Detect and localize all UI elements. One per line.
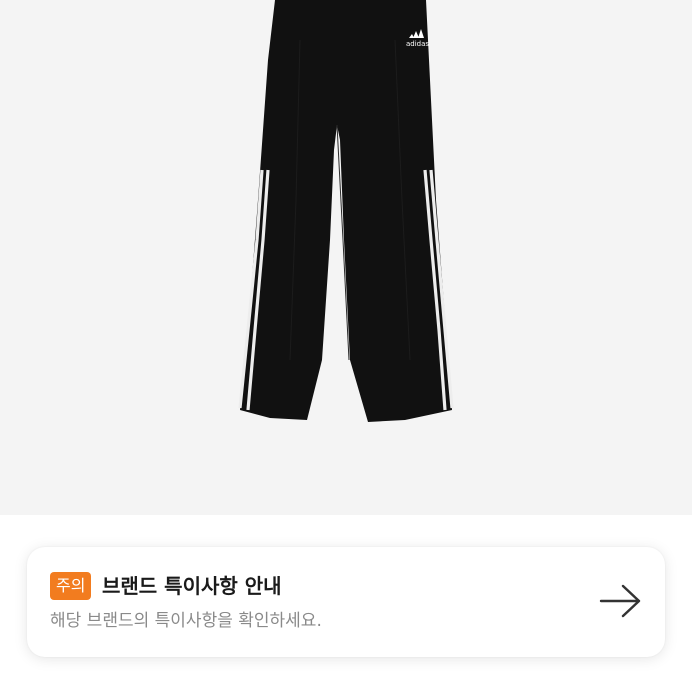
notice-title: 브랜드 특이사항 안내 <box>102 574 282 598</box>
product-image[interactable]: adidas <box>0 0 692 515</box>
brand-notice-card[interactable]: 주의 브랜드 특이사항 안내 해당 브랜드의 특이사항을 확인하세요. <box>27 547 665 657</box>
adidas-logo-text: adidas <box>406 40 430 48</box>
caution-badge: 주의 <box>50 572 92 600</box>
wide-leg-pants-illustration <box>238 0 454 422</box>
arrow-right-icon[interactable] <box>599 583 643 619</box>
product-page: adidas 주의 브랜드 특이사항 안내 해당 브랜드의 특이사항을 확인하세… <box>0 0 692 692</box>
notice-description: 해당 브랜드의 특이사항을 확인하세요. <box>50 611 322 631</box>
